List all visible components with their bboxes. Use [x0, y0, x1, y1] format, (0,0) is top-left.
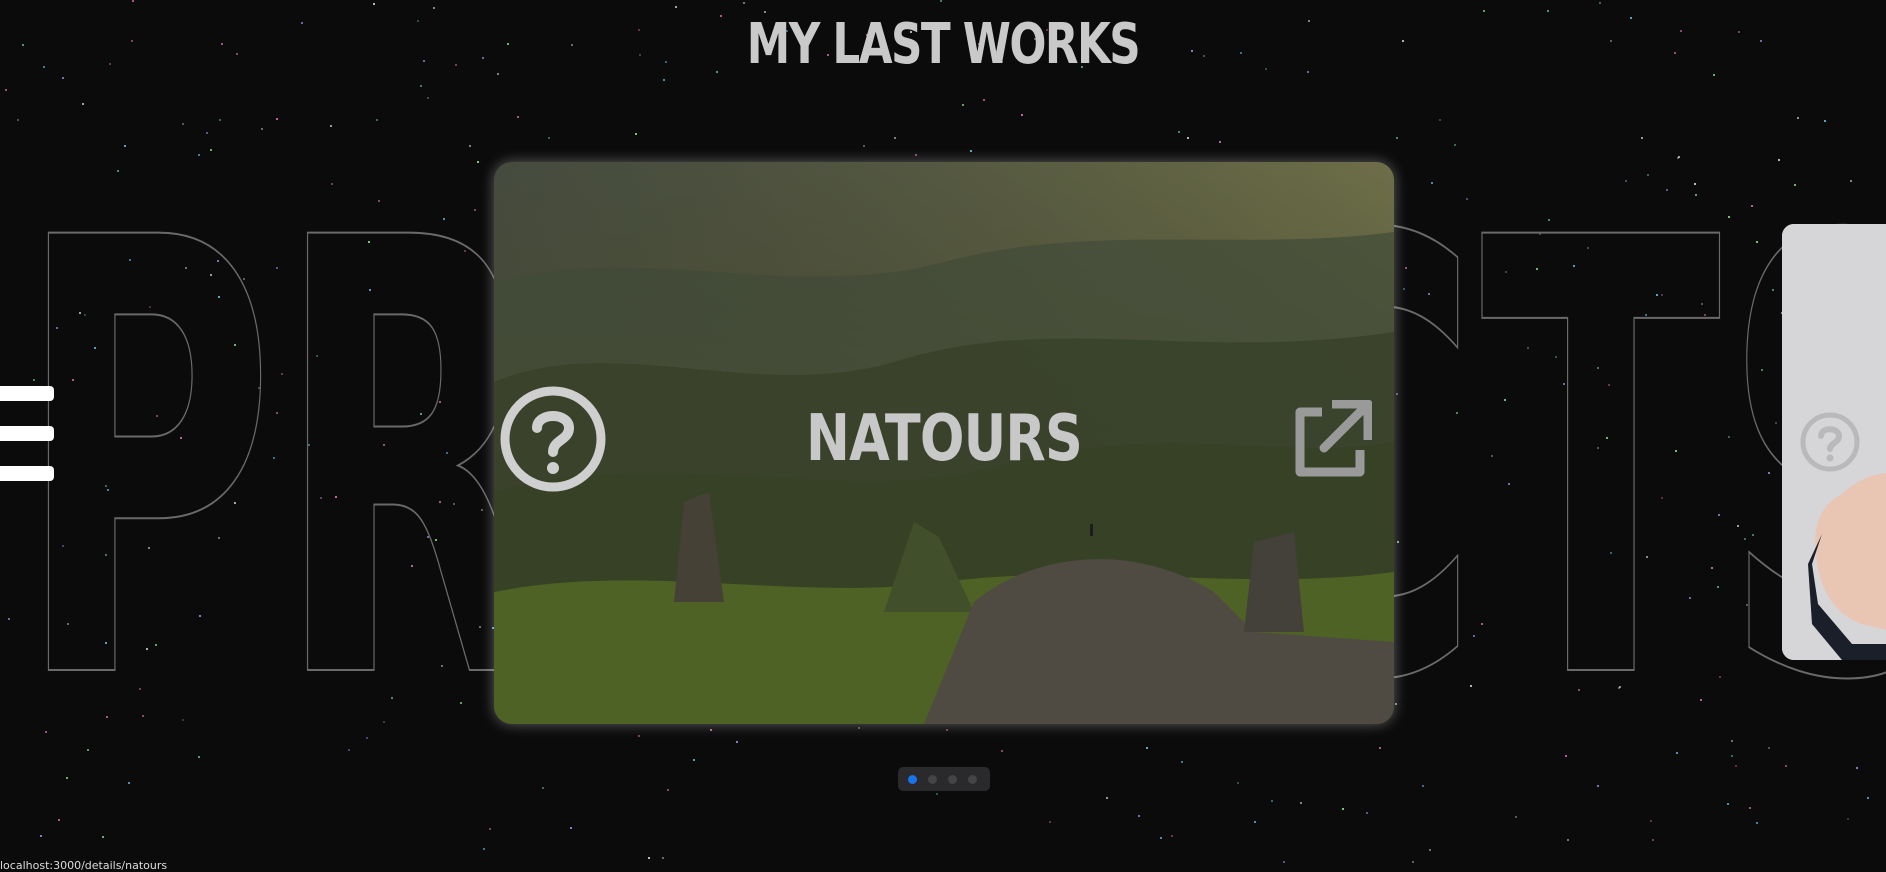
status-bar-url: localhost:3000/details/natours	[0, 859, 168, 872]
section-title: MY LAST WORKS	[746, 12, 1141, 77]
pagination-dot[interactable]	[928, 775, 937, 784]
question-circle-icon[interactable]	[1799, 411, 1861, 473]
project-card-current[interactable]: NATOURS	[494, 162, 1394, 724]
pagination-dot[interactable]	[908, 775, 917, 784]
project-title: NATOURS	[806, 402, 1083, 476]
menu-button[interactable]	[0, 386, 56, 482]
pagination-dot[interactable]	[948, 775, 957, 784]
external-link-icon[interactable]	[1288, 399, 1373, 484]
project-card-next[interactable]	[1782, 224, 1886, 660]
pagination-dot[interactable]	[968, 775, 977, 784]
slider-pagination	[898, 767, 990, 791]
